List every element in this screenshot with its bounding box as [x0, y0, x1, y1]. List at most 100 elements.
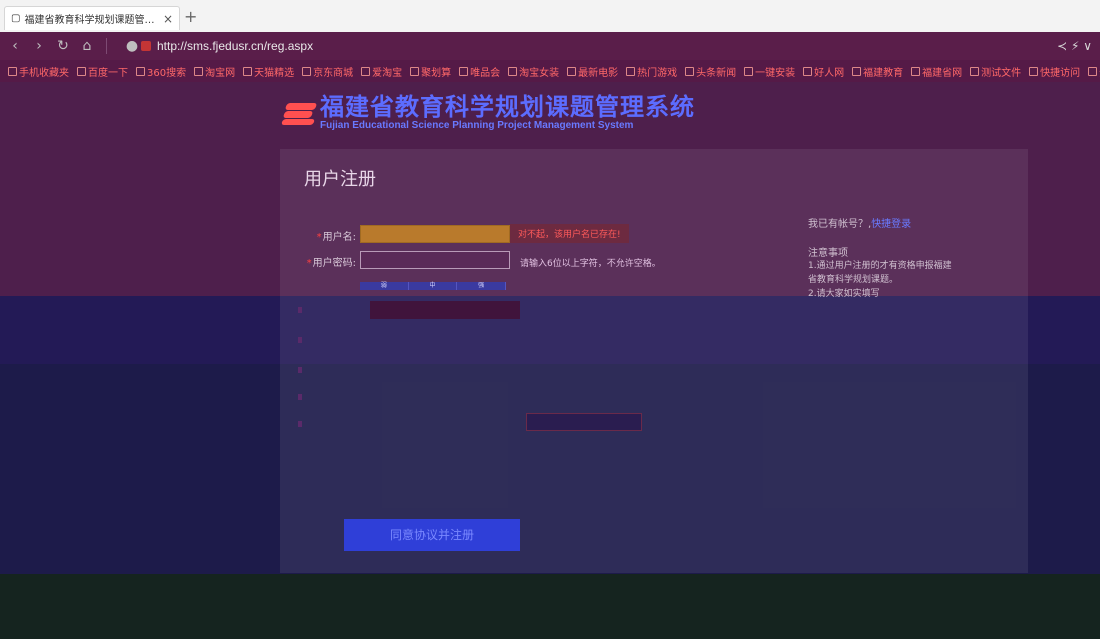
side-info: 我已有帐号？,快捷登录 注意事项 1.通过用户注册的才有资格申报福建 省教育科学…: [808, 215, 1008, 301]
note-line: 2.请大家如实填写: [808, 289, 880, 299]
bookmark-label: 淘宝女装: [519, 67, 560, 79]
url-input[interactable]: http://sms.fjedusr.cn/reg.aspx: [157, 39, 313, 53]
site-subtitle: Fujian Educational Science Planning Proj…: [320, 120, 634, 131]
required-marker: *: [306, 258, 312, 269]
new-tab-button[interactable]: +: [184, 7, 197, 26]
field-input[interactable]: [526, 413, 642, 431]
bookmark-item[interactable]: 福建教育: [852, 64, 903, 79]
forward-icon[interactable]: ›: [30, 38, 48, 54]
bookmark-icon: [911, 66, 921, 76]
bookmark-label: 天猫精选: [254, 67, 295, 79]
bookmark-icon: [567, 66, 577, 76]
site-title: 福建省教育科学规划课题管理系统: [320, 93, 695, 121]
required-marker: *: [316, 232, 322, 243]
field-marker: [298, 421, 302, 427]
bookmark-icon: [803, 66, 813, 76]
password-input[interactable]: [360, 251, 510, 269]
bookmark-icon: [136, 66, 145, 76]
divider: [106, 38, 107, 54]
username-input[interactable]: [360, 225, 510, 243]
bookmark-label: 福建省网: [922, 67, 963, 79]
bookmark-icon: [77, 66, 86, 76]
bookmark-item[interactable]: 京东商城: [302, 64, 353, 79]
note-line: 1.通过用户注册的才有资格申报福建: [808, 261, 952, 271]
password-hint: 请输入6位以上字符，不允许空格。: [520, 259, 661, 269]
tab-title: 福建省教育科学规划课题管理系统: [24, 15, 158, 26]
bookmark-icon: [1088, 66, 1098, 76]
field-marker: [298, 367, 302, 373]
strength-medium: 中: [409, 282, 458, 290]
notes-title: 注意事项: [808, 248, 848, 259]
username-error: 对不起，该用户名已存在!: [510, 224, 629, 243]
bookmark-icon: [243, 66, 253, 76]
bookmark-item[interactable]: 百度一下: [77, 64, 128, 79]
bookmark-label: 唯品会: [470, 67, 501, 79]
field-marker: [298, 307, 302, 313]
bookmark-icon: [459, 66, 469, 76]
password-label: *用户密码:: [306, 258, 356, 269]
field-input[interactable]: [370, 301, 520, 319]
bookmark-item[interactable]: 360搜索: [136, 64, 186, 79]
logo-mark-icon: [280, 97, 320, 129]
submit-button[interactable]: 同意协议并注册: [344, 519, 520, 551]
bookmark-label: 爱淘宝: [372, 67, 403, 79]
page-title: 用户注册: [304, 169, 376, 190]
field-marker: [298, 337, 302, 343]
bookmark-label: 聚划算: [421, 67, 452, 79]
bookmarks-bar: 手机收藏夹 百度一下 360搜索 淘宝网 天猫精选 京东商城 爱淘宝 聚划算 唯品会 淘宝女装 最新…: [0, 60, 1100, 82]
close-tab-icon[interactable]: ×: [163, 12, 173, 26]
registration-panel: 用户注册 *用户名: 对不起，该用户名已存在! *用户密码: 请输入6位以上字符…: [280, 149, 1028, 573]
login-prompt: 我已有帐号？,快捷登录: [808, 219, 912, 230]
quick-login-link[interactable]: 快捷登录: [871, 219, 911, 230]
bookmark-item[interactable]: 好人网: [803, 64, 844, 79]
bookmark-label: 头条新闻: [696, 67, 737, 79]
bookmark-label: 百度一下: [88, 67, 128, 79]
bookmark-label: 一键安装: [755, 67, 796, 79]
bookmark-item[interactable]: 爱淘宝: [361, 64, 402, 79]
reload-icon[interactable]: ↻: [54, 38, 72, 54]
bookmark-icon: [970, 66, 980, 76]
bookmark-icon: [8, 66, 17, 76]
browser-tab[interactable]: ▢ 福建省教育科学规划课题管理系统 ×: [4, 6, 180, 30]
bookmark-item[interactable]: 淘宝网: [194, 64, 235, 79]
bookmark-item[interactable]: 测试文件: [970, 64, 1021, 79]
page-content: 福建省教育科学规划课题管理系统 Fujian Educational Scien…: [0, 82, 1100, 639]
bookmark-item[interactable]: 天猫精选: [243, 64, 294, 79]
bookmark-item[interactable]: 全球: [1088, 64, 1100, 79]
bookmark-item[interactable]: 最新电影: [567, 64, 618, 79]
security-icon: ●: [125, 38, 139, 54]
bookmark-item[interactable]: 唯品会: [459, 64, 500, 79]
bookmark-icon: [852, 66, 862, 76]
share-icon[interactable]: ≺ ⚡ ∨: [1057, 39, 1092, 53]
bookmark-label: 测试文件: [981, 67, 1022, 79]
bookmark-label: 360搜索: [147, 67, 187, 79]
bookmark-label: 热门游戏: [637, 67, 678, 79]
back-icon[interactable]: ‹: [6, 38, 24, 54]
bookmark-icon: [508, 66, 518, 76]
bookmark-item[interactable]: 手机收藏夹: [8, 64, 69, 79]
bookmark-label: 手机收藏夹: [19, 67, 69, 79]
home-icon[interactable]: ⌂: [78, 38, 96, 54]
bookmark-item[interactable]: 热门游戏: [626, 64, 677, 79]
bookmark-label: 好人网: [814, 67, 845, 79]
note-line: 省教育科学规划课题。: [808, 275, 899, 285]
bookmark-icon: [361, 66, 371, 76]
bookmark-item[interactable]: 聚划算: [410, 64, 451, 79]
bookmark-item[interactable]: 淘宝女装: [508, 64, 559, 79]
bookmark-icon: [685, 66, 695, 76]
bookmark-label: 京东商城: [313, 67, 354, 79]
bookmark-item[interactable]: 快捷访问: [1029, 64, 1080, 79]
address-bar: ‹ › ↻ ⌂ ● http://sms.fjedusr.cn/reg.aspx…: [0, 32, 1100, 60]
bookmark-label: 福建教育: [863, 67, 904, 79]
browser-tabstrip: ▢ 福建省教育科学规划课题管理系统 × +: [0, 0, 1100, 33]
page-icon: ▢: [11, 13, 21, 24]
bookmark-icon: [410, 66, 420, 76]
site-logo: 福建省教育科学规划课题管理系统 Fujian Educational Scien…: [280, 94, 695, 131]
bookmark-label: 最新电影: [578, 67, 619, 79]
strength-weak: 弱: [360, 282, 409, 290]
bookmark-item[interactable]: 一键安装: [744, 64, 795, 79]
bookmark-item[interactable]: 福建省网: [911, 64, 962, 79]
page-band: [0, 574, 1100, 639]
bookmark-item[interactable]: 头条新闻: [685, 64, 736, 79]
bookmark-icon: [626, 66, 636, 76]
